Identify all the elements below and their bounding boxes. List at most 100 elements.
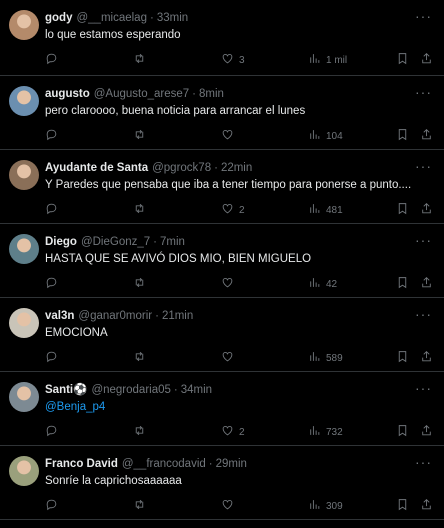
author-name[interactable]: val3n	[45, 308, 74, 324]
mention-link[interactable]: @Benja_p4	[45, 401, 105, 413]
timestamp[interactable]: 33min	[157, 10, 188, 26]
bookmark-button[interactable]	[396, 52, 409, 68]
share-button[interactable]	[420, 128, 433, 144]
author-name[interactable]: Santi⚽	[45, 382, 87, 398]
bookmark-button[interactable]	[396, 202, 409, 218]
retweet-button[interactable]	[133, 202, 146, 218]
tweet-text: Y Paredes que pensaba que iba a tener ti…	[45, 177, 432, 193]
share-button[interactable]	[420, 498, 433, 514]
author-handle[interactable]: @DieGonz_7	[81, 234, 150, 250]
author-name[interactable]: Diego	[45, 234, 77, 250]
bookmark-icon	[396, 350, 409, 366]
retweet-button[interactable]	[133, 128, 146, 144]
author-handle[interactable]: @pgrock78	[152, 160, 211, 176]
tweet[interactable]: Franco David @__francodavid · 29min Sonr…	[0, 446, 444, 520]
reply-button[interactable]	[45, 276, 58, 292]
timestamp[interactable]: 34min	[181, 382, 212, 398]
author-handle[interactable]: @negrodaria05	[91, 382, 170, 398]
view-count: 42	[326, 278, 338, 290]
avatar[interactable]	[9, 456, 39, 486]
more-options-icon[interactable]: ···	[415, 9, 432, 23]
timestamp[interactable]: 7min	[160, 234, 185, 250]
tweet-text-content: Sonríe la caprichosaaaaaa	[45, 475, 182, 487]
timestamp[interactable]: 21min	[162, 308, 193, 324]
timestamp[interactable]: 8min	[199, 86, 224, 102]
timestamp[interactable]: 29min	[216, 456, 247, 472]
tweet[interactable]: Santi⚽ @negrodaria05 · 34min @Benja_p4 ·…	[0, 372, 444, 446]
views-button[interactable]: 1 mil	[308, 52, 347, 68]
avatar[interactable]	[9, 308, 39, 338]
like-button[interactable]: 2	[221, 202, 245, 218]
retweet-icon	[133, 52, 146, 68]
bookmark-button[interactable]	[396, 424, 409, 440]
author-name[interactable]: Franco David	[45, 456, 118, 472]
like-button[interactable]	[221, 128, 239, 144]
tweet-actions: 309	[45, 498, 432, 514]
author-handle[interactable]: @Augusto_arese7	[94, 86, 189, 102]
author-handle[interactable]: @__francodavid	[122, 456, 206, 472]
views-button[interactable]: 481	[308, 202, 343, 218]
heart-icon	[221, 128, 234, 144]
retweet-icon	[133, 128, 146, 144]
tweet[interactable]: gody @__micaelag · 33min lo que estamos …	[0, 0, 444, 76]
author-handle[interactable]: @ganar0morir	[78, 308, 152, 324]
bookmark-button[interactable]	[396, 128, 409, 144]
bookmark-icon	[396, 498, 409, 514]
bookmark-button[interactable]	[396, 350, 409, 366]
avatar[interactable]	[9, 160, 39, 190]
author-handle[interactable]: @__micaelag	[76, 10, 147, 26]
more-options-icon[interactable]: ···	[415, 233, 432, 247]
tweet-text: pero claroooo, buena noticia para arranc…	[45, 103, 432, 119]
like-button[interactable]	[221, 276, 239, 292]
share-button[interactable]	[420, 202, 433, 218]
share-button[interactable]	[420, 276, 433, 292]
like-button[interactable]: 3	[221, 52, 245, 68]
views-button[interactable]: 732	[308, 424, 343, 440]
author-name[interactable]: Ayudante de Santa	[45, 160, 148, 176]
reply-button[interactable]	[45, 128, 58, 144]
like-button[interactable]	[221, 498, 239, 514]
reply-button[interactable]	[45, 202, 58, 218]
bookmark-icon	[396, 276, 409, 292]
share-button[interactable]	[420, 52, 433, 68]
views-button[interactable]: 42	[308, 276, 337, 292]
avatar[interactable]	[9, 382, 39, 412]
retweet-button[interactable]	[133, 52, 146, 68]
bookmark-button[interactable]	[396, 276, 409, 292]
tweet-actions: 42	[45, 276, 432, 292]
reply-button[interactable]	[45, 350, 58, 366]
tweet[interactable]: augusto @Augusto_arese7 · 8min pero clar…	[0, 76, 444, 150]
retweet-button[interactable]	[133, 498, 146, 514]
tweet[interactable]: Ayudante de Santa @pgrock78 · 22min Y Pa…	[0, 150, 444, 224]
reply-button[interactable]	[45, 498, 58, 514]
reply-button[interactable]	[45, 52, 58, 68]
tweet[interactable]: val3n @ganar0morir · 21min EMOCIONA ··· …	[0, 298, 444, 372]
tweet-header: augusto @Augusto_arese7 · 8min	[45, 86, 432, 102]
share-button[interactable]	[420, 350, 433, 366]
tweet[interactable]: Diego @DieGonz_7 · 7min HASTA QUE SE AVI…	[0, 224, 444, 298]
like-button[interactable]	[221, 350, 239, 366]
author-name[interactable]: augusto	[45, 86, 90, 102]
views-button[interactable]: 104	[308, 128, 343, 144]
retweet-icon	[133, 424, 146, 440]
more-options-icon[interactable]: ···	[415, 381, 432, 395]
views-button[interactable]: 309	[308, 498, 343, 514]
author-name[interactable]: gody	[45, 10, 72, 26]
more-options-icon[interactable]: ···	[415, 307, 432, 321]
more-options-icon[interactable]: ···	[415, 85, 432, 99]
avatar[interactable]	[9, 86, 39, 116]
reply-button[interactable]	[45, 424, 58, 440]
retweet-button[interactable]	[133, 350, 146, 366]
like-button[interactable]: 2	[221, 424, 245, 440]
retweet-button[interactable]	[133, 424, 146, 440]
share-button[interactable]	[420, 424, 433, 440]
avatar[interactable]	[9, 234, 39, 264]
avatar[interactable]	[9, 10, 39, 40]
share-icon	[420, 350, 433, 366]
bookmark-button[interactable]	[396, 498, 409, 514]
retweet-button[interactable]	[133, 276, 146, 292]
more-options-icon[interactable]: ···	[415, 159, 432, 173]
more-options-icon[interactable]: ···	[415, 455, 432, 469]
timestamp[interactable]: 22min	[221, 160, 252, 176]
views-button[interactable]: 589	[308, 350, 343, 366]
